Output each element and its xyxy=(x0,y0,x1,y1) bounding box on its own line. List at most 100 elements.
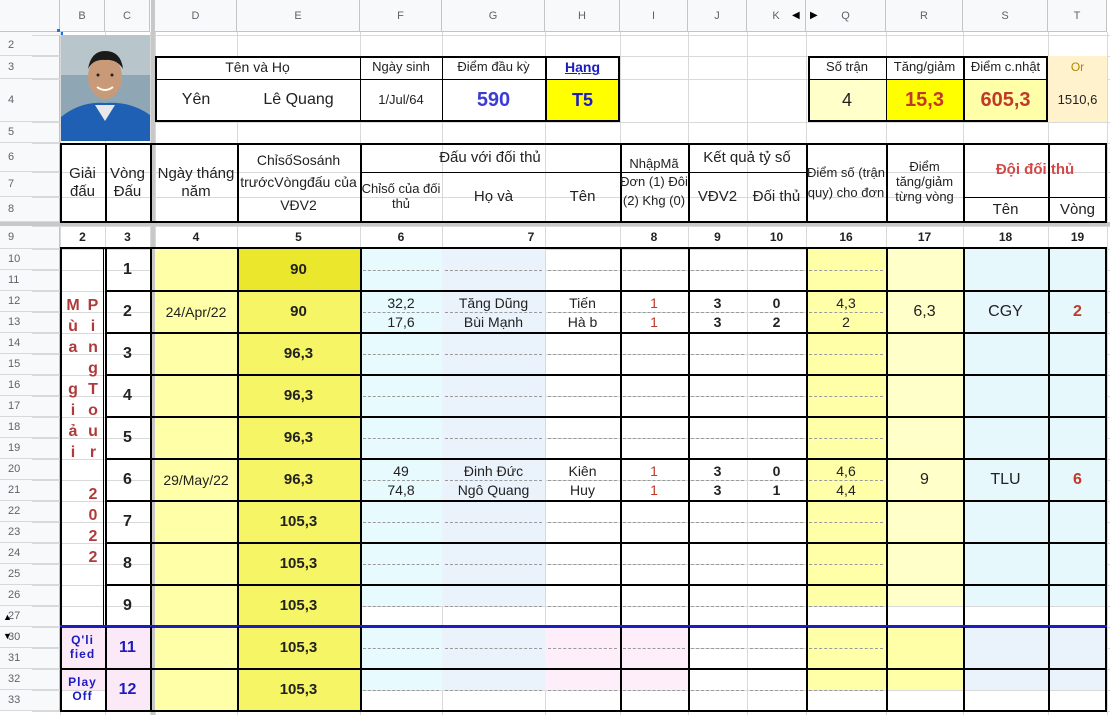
row-header[interactable]: 25 xyxy=(0,564,60,585)
column-header[interactable]: G xyxy=(442,0,545,32)
match-points: 2 xyxy=(842,313,850,330)
header-opp-name: Tên xyxy=(569,188,596,206)
row-header[interactable]: 19 xyxy=(0,438,60,459)
row-header[interactable]: 6 xyxy=(0,143,60,172)
or-value: 1510,6 xyxy=(1057,92,1098,108)
row-header[interactable]: 26 xyxy=(0,585,60,606)
row-header[interactable]: 8 xyxy=(0,197,60,222)
match-opp-name: Tiến xyxy=(569,294,596,311)
dotted-divider xyxy=(691,564,744,565)
row-header[interactable]: 12 xyxy=(0,291,60,312)
border-line xyxy=(1048,627,1050,711)
row-header[interactable]: 32 xyxy=(0,669,60,690)
extra-round-index: 105,3 xyxy=(279,639,318,657)
column-header[interactable]: F xyxy=(360,0,442,32)
hidden-columns-right-arrow[interactable]: ▶ xyxy=(810,10,818,21)
column-header[interactable]: T xyxy=(1048,0,1107,32)
column-header[interactable]: J xyxy=(688,0,747,32)
row-header[interactable]: 4 xyxy=(0,79,60,122)
header-opp-index: Chỉsố của đối thủ xyxy=(361,181,441,211)
column-header[interactable]: D xyxy=(155,0,237,32)
match-points: 4,3 xyxy=(836,294,856,311)
row-header[interactable]: 2 xyxy=(0,35,60,56)
tournament-vertical-char: M xyxy=(66,296,80,314)
column-header[interactable]: H xyxy=(545,0,620,32)
hidden-columns-left-arrow[interactable]: ◀ xyxy=(792,10,800,21)
border-line xyxy=(360,56,361,122)
row-header[interactable]: 11 xyxy=(0,270,60,291)
round-index: 105,3 xyxy=(279,597,318,615)
column-header[interactable]: S xyxy=(963,0,1048,32)
row-header[interactable]: 21 xyxy=(0,480,60,501)
dotted-divider xyxy=(691,270,744,271)
column-header[interactable]: Q xyxy=(806,0,886,32)
dotted-divider xyxy=(750,354,803,355)
row-header[interactable]: 5 xyxy=(0,122,60,143)
match-points: 4,6 xyxy=(836,462,856,479)
match-opp-surname: Đinh Đức xyxy=(463,462,524,479)
dotted-divider xyxy=(750,564,803,565)
dotted-divider xyxy=(548,438,617,439)
dotted-divider xyxy=(691,648,744,649)
match-opp-index: 32,2 xyxy=(387,294,415,311)
border-line xyxy=(360,627,362,711)
round-date: 29/May/22 xyxy=(163,471,229,488)
column-header[interactable]: B xyxy=(60,0,105,32)
column-number: 19 xyxy=(1070,229,1085,244)
hidden-rows-down-arrow[interactable]: ▼ xyxy=(3,631,12,641)
row-header[interactable]: 9 xyxy=(0,226,60,249)
border-line xyxy=(442,56,443,122)
match-points: 4,4 xyxy=(836,481,856,498)
header-points: Điểm số (trận quy) cho đơn xyxy=(806,165,886,200)
border-line xyxy=(150,627,152,711)
round-index: 90 xyxy=(290,261,307,279)
row-header[interactable]: 16 xyxy=(0,375,60,396)
dotted-divider xyxy=(750,606,803,607)
round-date xyxy=(155,543,237,585)
first-name: Yên xyxy=(181,91,211,109)
row-header[interactable]: 7 xyxy=(0,172,60,197)
dotted-divider xyxy=(445,690,542,691)
match-score-vdv2: 3 xyxy=(713,294,722,311)
column-number: 3 xyxy=(124,229,131,244)
hidden-rows-up-arrow[interactable]: ▲ xyxy=(3,612,12,622)
column-header[interactable]: R xyxy=(886,0,963,32)
dotted-divider xyxy=(750,690,803,691)
dotted-divider xyxy=(809,690,883,691)
round-index: 105,3 xyxy=(279,555,318,573)
row-header[interactable]: 20 xyxy=(0,459,60,480)
dotted-divider xyxy=(363,648,439,649)
column-header[interactable]: C xyxy=(105,0,150,32)
round-date xyxy=(155,333,237,375)
dotted-divider xyxy=(445,438,542,439)
dotted-divider xyxy=(445,354,542,355)
tournament-vertical-char: n xyxy=(88,338,98,356)
row-header[interactable]: 24 xyxy=(0,543,60,564)
border-line xyxy=(1105,627,1107,711)
dotted-divider xyxy=(623,396,685,397)
dotted-divider xyxy=(809,648,883,649)
row-header[interactable]: 22 xyxy=(0,501,60,522)
row-header[interactable]: 13 xyxy=(0,312,60,333)
round-number: 4 xyxy=(123,386,132,404)
matches-value: 4 xyxy=(841,90,852,111)
column-number: 9 xyxy=(714,229,721,244)
row-header[interactable]: 10 xyxy=(0,249,60,270)
row-header[interactable]: 33 xyxy=(0,690,60,711)
row-header[interactable]: 14 xyxy=(0,333,60,354)
dotted-divider xyxy=(548,606,617,607)
column-header[interactable]: I xyxy=(620,0,688,32)
row-header[interactable]: 23 xyxy=(0,522,60,543)
row-header[interactable]: 3 xyxy=(0,56,60,79)
tournament-vertical-char: a xyxy=(68,338,78,356)
corner-cell[interactable] xyxy=(0,0,60,32)
section-divider xyxy=(60,625,1107,628)
row-header[interactable]: 17 xyxy=(0,396,60,417)
row-header[interactable]: 18 xyxy=(0,417,60,438)
dotted-divider xyxy=(750,396,803,397)
column-header[interactable]: E xyxy=(237,0,360,32)
match-opp-surname: Tăng Dũng xyxy=(458,294,529,311)
dotted-divider xyxy=(623,354,685,355)
row-header[interactable]: 15 xyxy=(0,354,60,375)
row-header[interactable]: 31 xyxy=(0,648,60,669)
